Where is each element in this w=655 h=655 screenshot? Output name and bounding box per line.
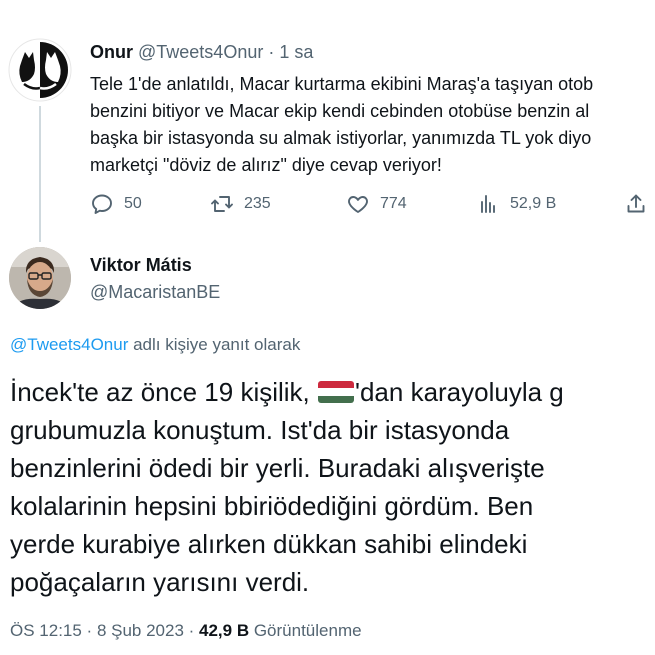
share-icon	[627, 194, 645, 213]
reply-text-segment: 'dan karayoluyla g	[355, 377, 564, 407]
reply-context-label: adlı kişiye yanıt olarak	[128, 335, 301, 354]
parent-author-handle[interactable]: @Tweets4Onur	[138, 42, 263, 62]
reply-context-mention[interactable]: @Tweets4Onur	[10, 335, 128, 354]
retweet-icon	[211, 196, 233, 212]
reply-author-name[interactable]: Viktor Mátis	[90, 253, 192, 277]
like-button[interactable]: 774	[346, 189, 407, 219]
parent-author-name[interactable]: Onur	[90, 42, 133, 62]
parent-text-line: marketçi "döviz de alırız" diye cevap ve…	[90, 155, 442, 175]
reply-count: 50	[124, 195, 142, 212]
tweet-views-label: Görüntülenme	[249, 621, 362, 640]
parent-text-line: Tele 1'de anlatıldı, Macar kurtarma ekib…	[90, 74, 594, 94]
parent-tweet-text: Tele 1'de anlatıldı, Macar kurtarma ekib…	[90, 71, 655, 179]
reply-text-line: yerde kurabiye alırken dükkan sahibi eli…	[10, 529, 528, 559]
reply-tweet-text: İncek'te az önce 19 kişilik, 'dan karayo…	[10, 373, 655, 601]
parent-timestamp[interactable]: 1 sa	[279, 42, 313, 62]
tweet-views-count: 42,9 B	[199, 621, 250, 640]
tweet-time[interactable]: ÖS 12:15	[10, 621, 82, 640]
parent-text-line: başka bir istasyonda su almak istiyorlar…	[90, 128, 592, 148]
reply-text-line: benzinlerini ödedi bir yerli. Buradaki a…	[10, 453, 545, 483]
profile-photo-icon	[9, 247, 71, 309]
like-count: 774	[380, 195, 407, 212]
views-button[interactable]: 52,9 B	[476, 189, 556, 219]
bar-chart-icon	[481, 195, 495, 213]
parent-author-avatar[interactable]	[8, 38, 72, 102]
reply-text-segment: İncek'te az önce 19 kişilik,	[10, 377, 317, 407]
thread-connector-line	[39, 106, 41, 242]
reply-text-line: poğaçaların yarısını verdi.	[10, 567, 310, 597]
reply-author-avatar[interactable]	[9, 247, 71, 309]
reply-bubble-icon	[92, 194, 112, 214]
retweet-count: 235	[244, 195, 271, 212]
tweet-meta: ÖS 12:15 · 8 Şub 2023 · 42,9 B Görüntüle…	[10, 619, 362, 643]
parent-text-line: benzini bitiyor ve Macar ekip kendi cebi…	[90, 101, 590, 121]
reply-text-line: İncek'te az önce 19 kişilik, 'dan karayo…	[10, 373, 655, 411]
cat-logo-icon	[8, 38, 72, 102]
reply-text-line: grubumuzla konuştum. Ist'da bir istasyon…	[10, 415, 510, 445]
meta-separator: ·	[81, 621, 97, 640]
heart-icon	[348, 196, 368, 213]
parent-tweet-actions: 50 235 774 52,9 B	[90, 189, 655, 219]
hungary-flag-icon	[318, 381, 354, 403]
parent-separator: ·	[268, 42, 275, 62]
tweet-thread: Onur @Tweets4Onur · 1 sa Tele 1'de anlat…	[0, 0, 655, 655]
tweet-date[interactable]: 8 Şub 2023	[97, 621, 184, 640]
share-button[interactable]	[624, 189, 648, 219]
reply-button[interactable]: 50	[90, 189, 142, 219]
retweet-button[interactable]: 235	[210, 189, 271, 219]
reply-context: @Tweets4Onur adlı kişiye yanıt olarak	[10, 334, 300, 356]
reply-text-line: kolalarinin hepsini bbiriödediğini gördü…	[10, 491, 534, 521]
reply-author-handle[interactable]: @MacaristanBE	[90, 280, 220, 304]
meta-separator: ·	[183, 621, 200, 640]
views-count: 52,9 B	[510, 195, 557, 212]
parent-tweet-header: Onur @Tweets4Onur · 1 sa	[90, 40, 313, 64]
